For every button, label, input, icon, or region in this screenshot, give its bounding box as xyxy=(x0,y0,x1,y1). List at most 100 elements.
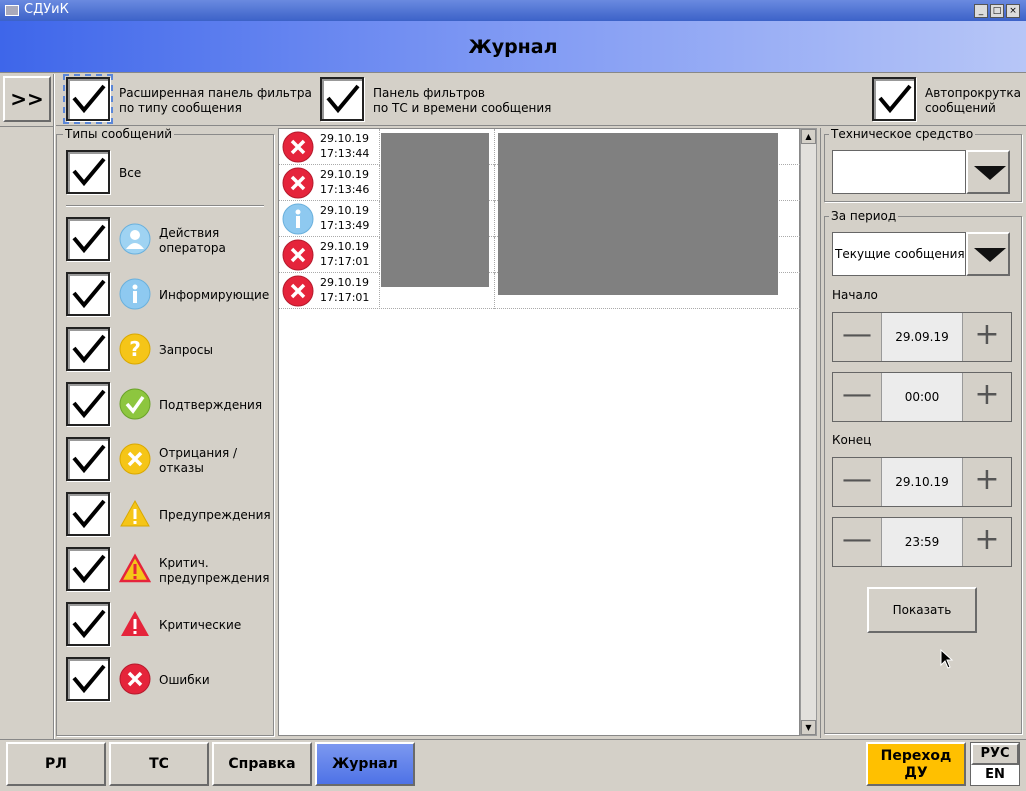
log-timestamp: 29.10.19 17:17:01 xyxy=(320,276,370,304)
critical-warning-icon xyxy=(118,553,152,588)
start-label: Начало xyxy=(832,288,878,302)
start-time-value: 00:00 xyxy=(881,373,963,421)
minus-button[interactable]: — xyxy=(833,458,881,506)
cell-divider xyxy=(379,273,380,309)
plus-button[interactable]: + xyxy=(963,458,1011,506)
end-date-stepper: — 29.10.19 + xyxy=(832,457,1012,507)
type-label: Действия оператора xyxy=(159,226,226,255)
type-checkbox[interactable] xyxy=(66,657,110,701)
minus-button[interactable]: — xyxy=(833,518,881,566)
start-date-value: 29.09.19 xyxy=(881,313,963,361)
close-button[interactable]: × xyxy=(1006,4,1020,18)
tab-2[interactable]: Справка xyxy=(212,742,312,786)
lang-ru-button[interactable]: РУС xyxy=(971,743,1019,765)
left-strip xyxy=(0,74,54,740)
critical-icon xyxy=(119,608,151,643)
minus-button[interactable]: — xyxy=(833,373,881,421)
type-label: Ошибки xyxy=(159,673,210,687)
scroll-up-button[interactable]: ▲ xyxy=(801,129,816,144)
minimize-button[interactable]: _ xyxy=(974,4,988,18)
period-select[interactable]: Текущие сообщения xyxy=(832,232,966,276)
end-time-stepper: — 23:59 + xyxy=(832,517,1012,567)
autoscroll-checkbox[interactable] xyxy=(872,77,916,121)
error-icon xyxy=(282,131,314,166)
all-types-label: Все xyxy=(119,166,142,180)
minus-button[interactable]: — xyxy=(833,313,881,361)
type-label: Предупреждения xyxy=(159,508,271,522)
cell-divider xyxy=(494,273,495,309)
warning-icon xyxy=(119,498,151,533)
log-scrollbar[interactable]: ▲ ▼ xyxy=(800,128,817,736)
error-icon xyxy=(282,275,314,310)
type-checkbox[interactable] xyxy=(66,547,110,591)
tab-1[interactable]: ТС xyxy=(109,742,209,786)
message-log[interactable]: 29.10.19 17:13:44 29.10.19 17:13:46 29.10.19… xyxy=(278,128,800,736)
start-time-stepper: — 00:00 + xyxy=(832,372,1012,422)
language-switch: РУС EN xyxy=(970,742,1020,786)
types-divider xyxy=(66,205,264,207)
type-checkbox[interactable] xyxy=(66,492,110,536)
scroll-down-button[interactable]: ▼ xyxy=(801,720,816,735)
plus-button[interactable]: + xyxy=(963,373,1011,421)
du-transition-button[interactable]: Переход ДУ xyxy=(866,742,966,786)
period-title: За период xyxy=(829,209,899,223)
type-label: Критич. предупреждения xyxy=(159,556,270,585)
cell-divider xyxy=(494,165,495,201)
lang-en-button[interactable]: EN xyxy=(971,765,1019,785)
log-timestamp: 29.10.19 17:13:46 xyxy=(320,168,370,196)
cell-divider xyxy=(379,165,380,201)
deny-icon xyxy=(119,443,151,478)
cell-divider xyxy=(379,201,380,237)
divider xyxy=(0,126,54,127)
window-titlebar: СДУиК _ □ × xyxy=(0,0,1026,21)
window-title: СДУиК xyxy=(24,2,69,17)
cell-divider xyxy=(494,237,495,273)
type-label: Критические xyxy=(159,618,242,632)
tab-3[interactable]: Журнал xyxy=(315,742,415,786)
device-title: Техническое средство xyxy=(829,127,976,141)
type-label: Запросы xyxy=(159,343,213,357)
device-field[interactable] xyxy=(832,150,966,194)
plus-button[interactable]: + xyxy=(963,518,1011,566)
ext-filter-checkbox[interactable] xyxy=(63,74,113,124)
confirm-icon xyxy=(119,388,151,423)
type-checkbox[interactable] xyxy=(66,437,110,481)
error-icon xyxy=(119,663,151,698)
start-date-stepper: — 29.09.19 + xyxy=(832,312,1012,362)
type-checkbox[interactable] xyxy=(66,272,110,316)
show-button[interactable]: Показать xyxy=(867,587,977,633)
chevron-down-icon xyxy=(974,166,1006,180)
tab-0[interactable]: РЛ xyxy=(6,742,106,786)
period-dropdown-button[interactable] xyxy=(966,232,1010,276)
question-icon: ? xyxy=(119,333,151,368)
page-title: Журнал xyxy=(0,21,1026,73)
type-label: Отрицания / отказы xyxy=(159,446,238,475)
ext-filter-label: Расширенная панель фильтра по типу сообще… xyxy=(119,86,312,115)
type-checkbox[interactable] xyxy=(66,327,110,371)
type-checkbox[interactable] xyxy=(66,382,110,426)
type-checkbox[interactable] xyxy=(66,602,110,646)
expand-panel-button[interactable]: >> xyxy=(3,76,51,122)
app-icon xyxy=(5,5,19,16)
all-types-checkbox[interactable] xyxy=(66,150,110,194)
log-timestamp: 29.10.19 17:17:01 xyxy=(320,240,370,268)
ts-filter-checkbox[interactable] xyxy=(320,77,364,121)
operator-icon xyxy=(119,223,151,258)
type-label: Информирующие xyxy=(159,288,270,302)
cell-divider xyxy=(379,129,380,165)
log-timestamp: 29.10.19 17:13:44 xyxy=(320,132,370,160)
cell-divider xyxy=(379,237,380,273)
svg-text:?: ? xyxy=(129,337,141,361)
device-dropdown-button[interactable] xyxy=(966,150,1010,194)
plus-button[interactable]: + xyxy=(963,313,1011,361)
info-icon xyxy=(119,278,151,313)
info-icon xyxy=(282,203,314,238)
type-checkbox[interactable] xyxy=(66,217,110,261)
type-label: Подтверждения xyxy=(159,398,263,412)
end-date-value: 29.10.19 xyxy=(881,458,963,506)
error-icon xyxy=(282,167,314,202)
log-timestamp: 29.10.19 17:13:49 xyxy=(320,204,370,232)
ts-filter-label: Панель фильтров по ТС и времени сообщения xyxy=(373,86,552,115)
maximize-button[interactable]: □ xyxy=(990,4,1004,18)
cell-divider xyxy=(494,201,495,237)
